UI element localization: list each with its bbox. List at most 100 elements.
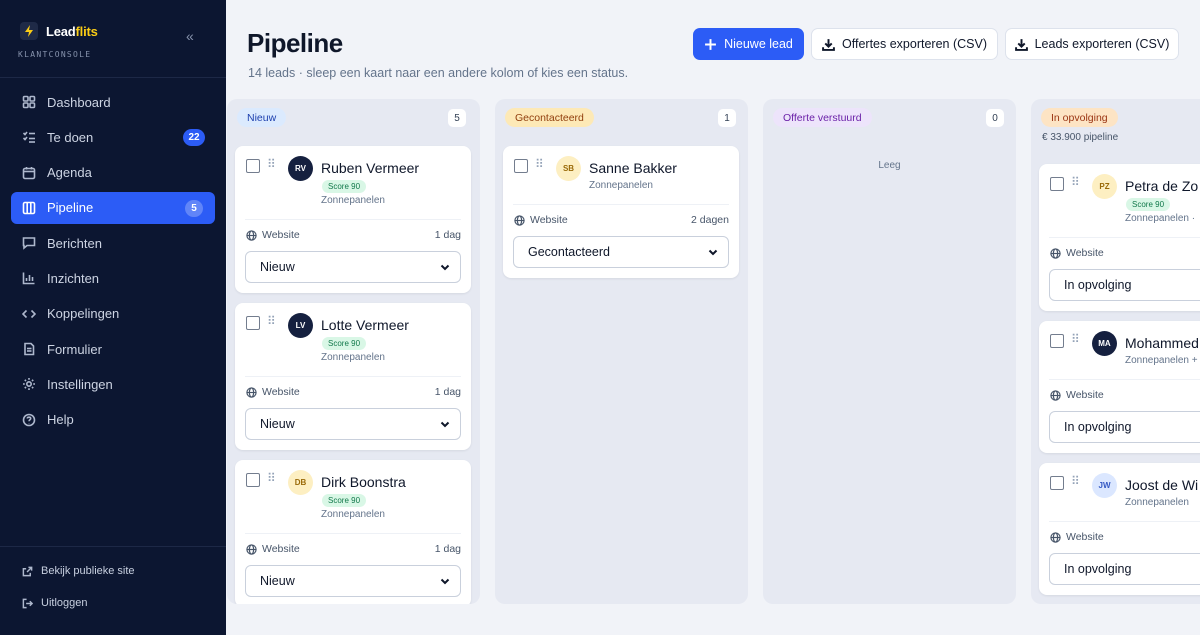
drag-handle-icon[interactable]: ⠿ <box>535 157 544 171</box>
source-label: Website <box>1066 531 1104 543</box>
drag-handle-icon[interactable]: ⠿ <box>1071 474 1080 488</box>
divider <box>0 546 226 547</box>
lead-name: Dirk Boonstra <box>321 474 406 490</box>
lead-card[interactable]: ⠿ MA Mohammed Zonnepanelen + Website In … <box>1039 321 1200 453</box>
status-value: In opvolging <box>1064 562 1132 576</box>
divider <box>245 219 461 220</box>
lead-name: Joost de Wi <box>1125 477 1199 493</box>
select-checkbox[interactable] <box>246 473 260 487</box>
column-count: 1 <box>718 109 736 127</box>
select-checkbox[interactable] <box>246 159 260 173</box>
sidebar-item-label: Koppelingen <box>47 306 120 322</box>
status-value: In opvolging <box>1064 278 1132 292</box>
score-badge: Score 90 <box>322 337 367 350</box>
logout-link[interactable]: Uitloggen <box>22 597 87 609</box>
status-select[interactable]: Gecontacteerd <box>513 236 729 268</box>
public-site-link[interactable]: Bekijk publieke site <box>22 565 135 577</box>
select-checkbox[interactable] <box>514 159 528 173</box>
lead-name: Sanne Bakker <box>589 160 677 176</box>
lead-card[interactable]: ⠿ JW Joost de Wi Zonnepanelen Website In… <box>1039 463 1200 595</box>
score-badge: Score 90 <box>322 494 367 507</box>
column-count: 0 <box>986 109 1004 127</box>
export-quotes-button[interactable]: Offertes exporteren (CSV) <box>811 28 998 60</box>
drag-handle-icon[interactable]: ⠿ <box>267 314 276 328</box>
drag-handle-icon[interactable]: ⠿ <box>1071 332 1080 346</box>
sidebar-nav: Dashboard Te doen 22 Agenda Pipeline 5 B… <box>11 86 215 439</box>
checklist-icon <box>22 130 36 144</box>
sidebar-item-te-doen[interactable]: Te doen 22 <box>11 121 215 153</box>
brand-name: Leadflits <box>46 23 98 39</box>
status-value: Nieuw <box>260 574 295 588</box>
new-lead-button[interactable]: Nieuwe lead <box>693 28 804 60</box>
export-leads-button[interactable]: Leads exporteren (CSV) <box>1005 28 1179 60</box>
status-select[interactable]: In opvolging <box>1049 411 1200 443</box>
status-select[interactable]: In opvolging <box>1049 269 1200 301</box>
status-value: Nieuw <box>260 260 295 274</box>
drag-handle-icon[interactable]: ⠿ <box>267 471 276 485</box>
count-badge: 5 <box>185 199 203 217</box>
lead-card[interactable]: ⠿ LV Lotte Vermeer Score 90 Zonnepanelen… <box>235 303 471 450</box>
sidebar-item-agenda[interactable]: Agenda <box>11 157 215 189</box>
globe-icon <box>1050 531 1061 543</box>
status-select[interactable]: Nieuw <box>245 251 461 283</box>
download-icon <box>822 38 835 51</box>
globe-icon <box>246 229 257 241</box>
status-select[interactable]: Nieuw <box>245 565 461 597</box>
lead-card[interactable]: ⠿ PZ Petra de Zo Score 90 Zonnepanelen ·… <box>1039 164 1200 311</box>
page-subtitle: 14 leads · sleep een kaart naar een ande… <box>248 66 629 80</box>
lead-age: 1 dag <box>434 229 461 241</box>
select-checkbox[interactable] <box>1050 334 1064 348</box>
product-label: Zonnepanelen <box>1125 497 1189 508</box>
sidebar-item-formulier[interactable]: Formulier <box>11 333 215 365</box>
drag-handle-icon[interactable]: ⠿ <box>267 157 276 171</box>
lead-source: Website <box>246 543 300 555</box>
avatar: LV <box>288 313 313 338</box>
sidebar-item-koppelingen[interactable]: Koppelingen <box>11 298 215 330</box>
sidebar-item-label: Te doen <box>47 129 94 145</box>
globe-icon <box>246 543 257 555</box>
lead-age: 1 dag <box>434 543 461 555</box>
sidebar-item-pipeline[interactable]: Pipeline 5 <box>11 191 215 224</box>
score-badge: Score 90 <box>322 180 367 193</box>
chevron-down-icon <box>439 418 451 430</box>
sidebar-item-help[interactable]: Help <box>11 404 215 436</box>
gear-icon <box>22 377 36 391</box>
sidebar-item-inzichten[interactable]: Inzichten <box>11 262 215 294</box>
select-checkbox[interactable] <box>1050 177 1064 191</box>
source-label: Website <box>1066 247 1104 259</box>
brand[interactable]: Leadflits <box>20 22 98 40</box>
lead-card[interactable]: ⠿ DB Dirk Boonstra Score 90 Zonnepanelen… <box>235 460 471 604</box>
lead-name: Mohammed <box>1125 335 1199 351</box>
external-link-icon <box>22 566 33 576</box>
sidebar-item-instellingen[interactable]: Instellingen <box>11 368 215 400</box>
export-quotes-label: Offertes exporteren (CSV) <box>842 37 987 51</box>
avatar: MA <box>1092 331 1117 356</box>
plus-icon <box>705 38 717 50</box>
drag-handle-icon[interactable]: ⠿ <box>1071 175 1080 189</box>
logout-label: Uitloggen <box>41 597 88 609</box>
column-status-pill: Nieuw <box>237 108 287 127</box>
source-label: Website <box>262 543 300 555</box>
sidebar-item-label: Instellingen <box>47 376 113 392</box>
lead-card[interactable]: ⠿ SB Sanne Bakker Zonnepanelen Website 2… <box>503 146 739 278</box>
avatar: DB <box>288 470 313 495</box>
new-lead-label: Nieuwe lead <box>724 37 793 51</box>
divider <box>0 77 226 78</box>
divider <box>1049 521 1200 522</box>
status-value: Nieuw <box>260 417 295 431</box>
column-status-pill: In opvolging <box>1041 108 1118 127</box>
lead-name: Petra de Zo <box>1125 178 1199 194</box>
lead-card[interactable]: ⠿ RV Ruben Vermeer Score 90 Zonnepanelen… <box>235 146 471 293</box>
status-select[interactable]: Nieuw <box>245 408 461 440</box>
lead-age: 1 dag <box>434 386 461 398</box>
lead-name: Lotte Vermeer <box>321 317 409 333</box>
sidebar-item-berichten[interactable]: Berichten <box>11 227 215 259</box>
lead-source: Website <box>1050 531 1104 543</box>
select-checkbox[interactable] <box>246 316 260 330</box>
lead-source: Website <box>1050 247 1104 259</box>
status-select[interactable]: In opvolging <box>1049 553 1200 585</box>
chevron-down-icon <box>707 246 719 258</box>
collapse-sidebar-icon[interactable]: « <box>186 28 194 44</box>
sidebar-item-dashboard[interactable]: Dashboard <box>11 86 215 118</box>
select-checkbox[interactable] <box>1050 476 1064 490</box>
